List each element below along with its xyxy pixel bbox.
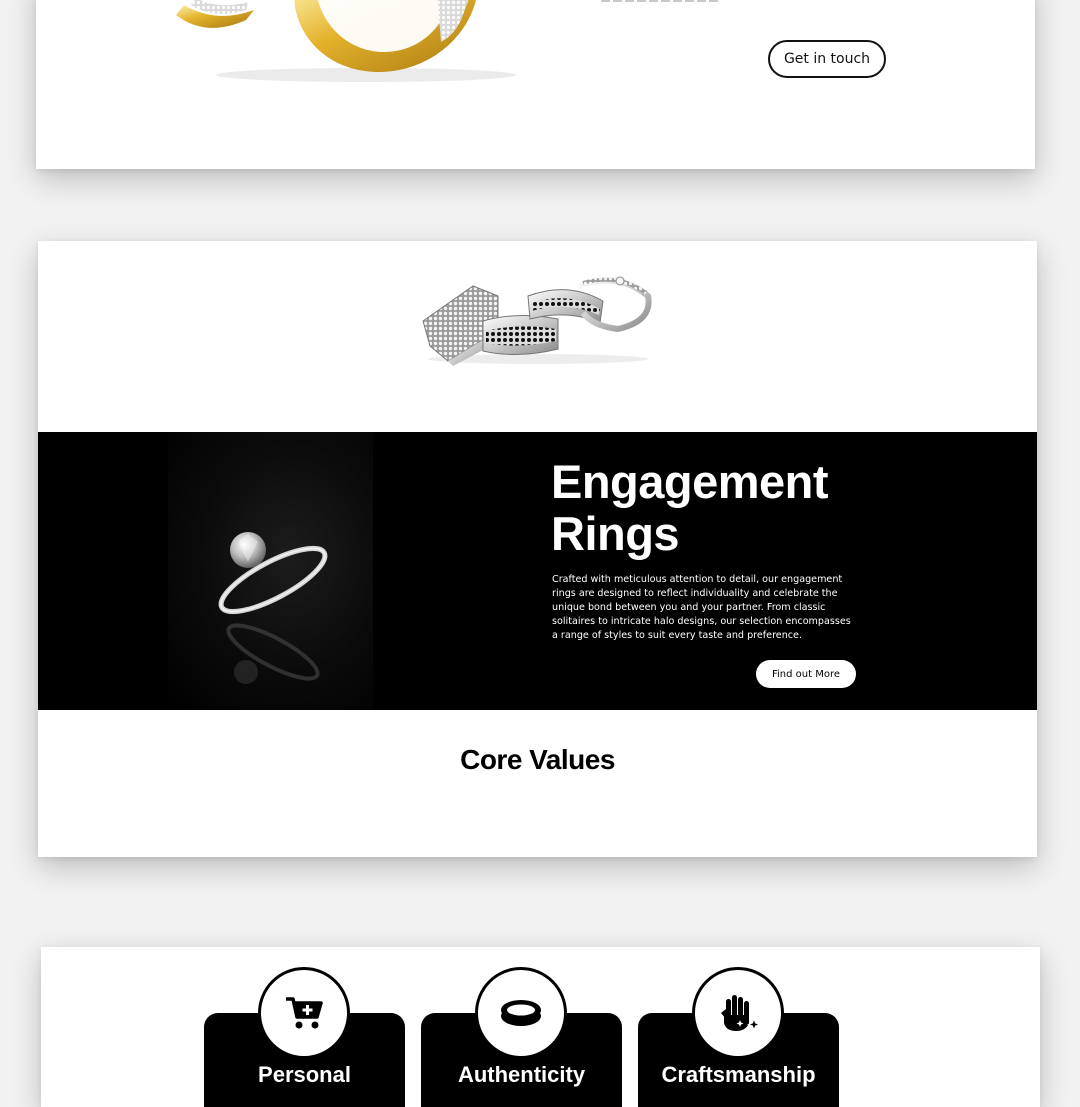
value-label: Personal	[258, 1062, 351, 1087]
engagement-rings-title: Engagement Rings	[551, 455, 829, 560]
find-out-more-button[interactable]: Find out More	[756, 660, 856, 688]
get-in-touch-button[interactable]: Get in touch	[768, 40, 886, 78]
value-label: Craftsmanship	[661, 1062, 816, 1087]
core-values-card: Personal Authenticity Craftsmanship	[41, 947, 1040, 1107]
engagement-ring-photo	[168, 432, 373, 710]
engagement-section-card: Engagement Rings Crafted with meticulous…	[38, 241, 1037, 857]
sparkle-hand-icon	[721, 995, 760, 1032]
silver-rings-image	[422, 276, 652, 366]
shopping-cart-icon	[286, 997, 323, 1029]
contact-section-card: Get in touch	[36, 0, 1035, 169]
engagement-rings-description: Crafted with meticulous attention to det…	[552, 574, 851, 641]
value-circle	[258, 967, 350, 1059]
gold-wedding-rings-image	[176, 0, 516, 82]
engagement-rings-banner: Engagement Rings Crafted with meticulous…	[38, 432, 1037, 710]
value-circle	[475, 967, 567, 1059]
value-label: Authenticity	[457, 1062, 586, 1087]
cropped-text	[601, 0, 721, 2]
core-values-title: Core Values	[460, 744, 615, 775]
ring-icon	[501, 1000, 541, 1026]
value-circle	[692, 967, 784, 1059]
